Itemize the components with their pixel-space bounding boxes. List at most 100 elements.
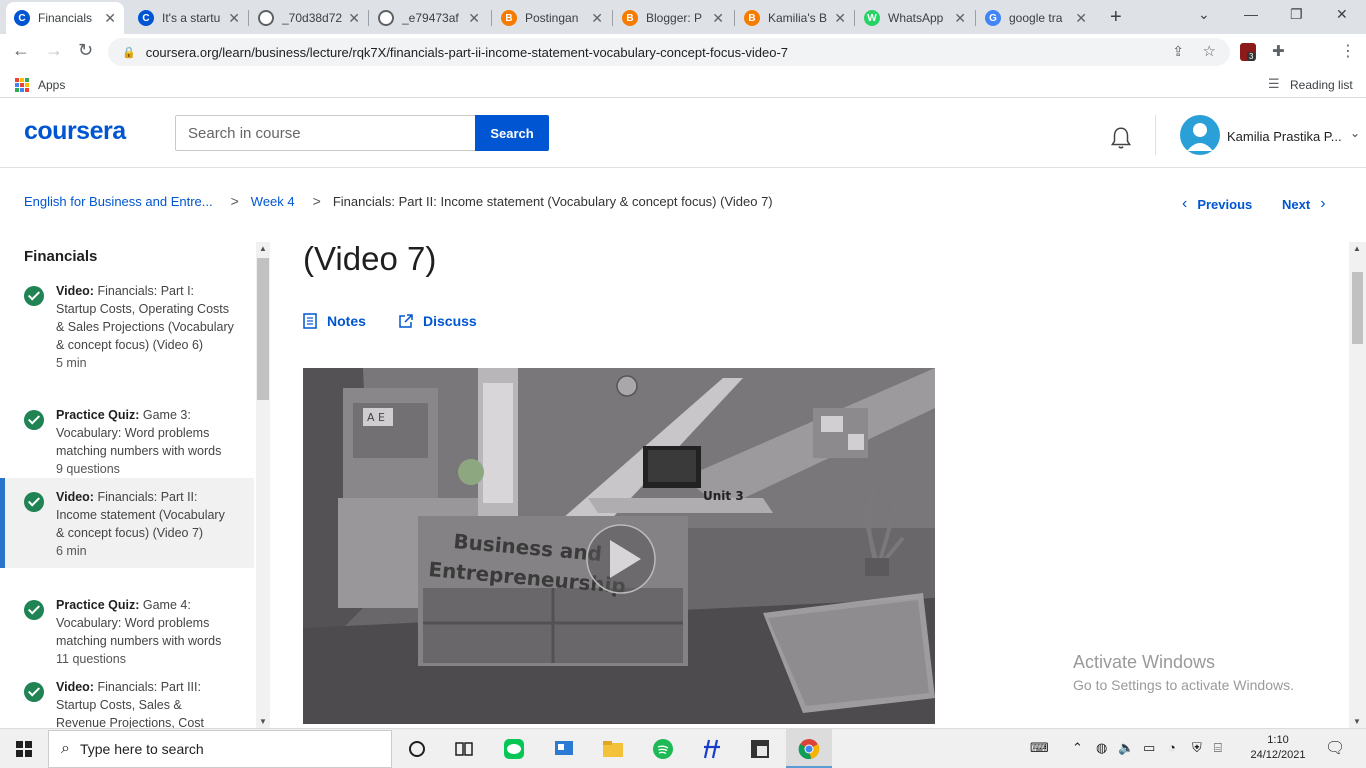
scroll-down-icon[interactable]: ▼ (259, 717, 267, 726)
scroll-up-icon[interactable]: ▲ (1353, 244, 1361, 253)
minimize-button[interactable]: — (1244, 6, 1258, 22)
browser-tab[interactable]: B Postingan ✕ (493, 4, 611, 32)
maximize-button[interactable]: ❐ (1290, 6, 1303, 23)
sidebar-item[interactable]: Video: Financials: Part I: Startup Costs… (0, 282, 254, 372)
previous-label: Previous (1197, 196, 1253, 212)
battery-icon[interactable]: ▭ (1143, 740, 1155, 756)
apps-dot (15, 83, 19, 87)
apps-bookmark[interactable]: Apps (38, 78, 65, 92)
tab-close-icon[interactable]: ✕ (954, 10, 966, 27)
tab-title: google tra (1009, 11, 1063, 25)
shield-icon[interactable]: ⛨ (1192, 740, 1202, 756)
browser-tab[interactable]: _70d38d72 ✕ (250, 4, 368, 32)
clock-date: 24/12/2021 (1250, 749, 1306, 761)
keyboard-icon[interactable]: ⌨ (1030, 740, 1049, 756)
file-explorer-icon[interactable] (602, 738, 624, 760)
tab-search-icon[interactable]: ⌄ (1198, 6, 1210, 23)
extensions-puzzle-icon[interactable]: ✚ (1272, 42, 1285, 60)
tab-close-icon[interactable]: ✕ (468, 10, 480, 27)
user-name[interactable]: Kamilia Prastika P... (1227, 129, 1347, 144)
reload-icon[interactable]: ↻ (78, 40, 93, 61)
apps-grid-icon[interactable] (15, 78, 29, 92)
sidebar-item[interactable]: Practice Quiz: Game 4: Vocabulary: Word … (0, 596, 254, 668)
notes-icon (303, 313, 317, 329)
address-bar[interactable]: 🔒 coursera.org/learn/business/lecture/rq… (108, 38, 1230, 66)
notifications-icon[interactable]: 🗨 (1325, 738, 1345, 758)
tab-separator (368, 10, 369, 26)
completed-check-icon (24, 286, 44, 306)
tab-close-icon[interactable]: ✕ (228, 10, 240, 27)
control-panel-icon[interactable] (553, 738, 575, 760)
tab-favicon-icon: W (864, 10, 880, 26)
scroll-up-icon[interactable]: ▲ (259, 244, 267, 253)
user-avatar[interactable] (1180, 115, 1220, 155)
new-tab-button[interactable]: + (1110, 6, 1122, 29)
sidebar-scroll-thumb[interactable] (257, 258, 269, 400)
bookmark-star-icon[interactable]: ☆ (1203, 42, 1216, 60)
wifi-icon[interactable]: ◔ (1168, 740, 1176, 755)
tray-chevron-up-icon[interactable]: ⌃ (1072, 740, 1083, 756)
reading-list-button[interactable]: Reading list (1290, 78, 1353, 92)
item-duration: 5 min (56, 356, 87, 370)
back-arrow-icon[interactable]: ← (12, 40, 30, 61)
item-duration: 6 min (56, 544, 87, 558)
browser-tab[interactable]: C Financials ✕ (6, 2, 124, 34)
sidebar-item[interactable]: Practice Quiz: Game 3: Vocabulary: Word … (0, 406, 254, 478)
sidebar-scrollbar[interactable]: ▲ ▼ (256, 242, 270, 728)
sidebar-item[interactable]: Video: Financials: Part II: Income state… (0, 478, 254, 568)
forward-arrow-icon[interactable]: → (45, 40, 63, 61)
lock-icon: 🔒 (122, 46, 136, 59)
sidebar-item[interactable]: Video: Financials: Part III: Startup Cos… (0, 678, 254, 728)
video-player[interactable]: A E Unit 3 Business and Entrepreneurship (303, 368, 935, 724)
browser-tab[interactable]: C It's a startu ✕ (130, 4, 248, 32)
notes-label: Notes (327, 313, 366, 329)
completed-check-icon (24, 410, 44, 430)
cortana-icon[interactable] (406, 738, 428, 760)
browser-tab[interactable]: B Kamilia's B ✕ (736, 4, 854, 32)
notes-button[interactable]: Notes (303, 313, 366, 329)
next-button[interactable]: Next › (1282, 195, 1326, 213)
browser-tab[interactable]: B Blogger: P ✕ (614, 4, 732, 32)
tab-title: Financials (38, 11, 93, 25)
taskbar-clock[interactable]: 1:10 24/12/2021 (1246, 733, 1310, 763)
tab-close-icon[interactable]: ✕ (712, 10, 724, 27)
breadcrumb-week[interactable]: Week 4 (251, 194, 295, 209)
taskbar-search-box[interactable]: ⌕ Type here to search (48, 730, 392, 768)
previous-button[interactable]: ‹ Previous (1182, 195, 1252, 213)
tab-close-icon[interactable]: ✕ (348, 10, 360, 27)
network-icon[interactable]: ◍ (1096, 740, 1107, 756)
browser-tab[interactable]: _e79473af ✕ (370, 4, 488, 32)
breadcrumb-course[interactable]: English for Business and Entre... (24, 194, 213, 209)
screenshot-tool-icon[interactable] (749, 738, 771, 760)
coursera-logo[interactable]: coursera (24, 117, 126, 146)
tab-close-icon[interactable]: ✕ (834, 10, 846, 27)
page-scrollbar[interactable]: ▲ ▼ (1349, 242, 1366, 728)
share-icon[interactable]: ⇪ (1172, 43, 1184, 60)
close-window-button[interactable]: ✕ (1336, 6, 1348, 23)
apps-dot (15, 88, 19, 92)
search-input[interactable] (175, 115, 475, 151)
chrome-taskbar-button[interactable] (786, 729, 832, 768)
browser-tab[interactable]: Ggoogle tra ✕ (977, 4, 1095, 32)
extension-shield-icon[interactable]: 3 (1240, 43, 1256, 61)
tab-favicon-icon (378, 10, 394, 26)
spotify-icon[interactable] (652, 738, 674, 760)
chrome-menu-icon[interactable]: ⋮ (1340, 41, 1356, 61)
page-scroll-thumb[interactable] (1352, 272, 1363, 344)
chevron-down-icon[interactable]: ⌄ (1350, 126, 1360, 140)
line-app-icon[interactable] (503, 738, 525, 760)
input-indicator-icon[interactable]: ⌸ (1214, 740, 1222, 756)
search-button[interactable]: Search (475, 115, 549, 151)
task-view-icon[interactable] (453, 738, 475, 760)
tab-close-icon[interactable]: ✕ (104, 10, 116, 27)
tab-close-icon[interactable]: ✕ (591, 10, 603, 27)
browser-tab[interactable]: W WhatsApp ✕ (856, 4, 974, 32)
scroll-down-icon[interactable]: ▼ (1353, 717, 1361, 726)
notification-bell-icon[interactable] (1108, 125, 1134, 151)
tab-close-icon[interactable]: ✕ (1075, 10, 1087, 27)
app-slash-icon[interactable] (701, 738, 723, 760)
discuss-button[interactable]: Discuss (398, 313, 477, 329)
windows-start-icon[interactable] (16, 741, 32, 757)
volume-icon[interactable]: 🔈 (1118, 740, 1134, 756)
tab-separator (612, 10, 613, 26)
